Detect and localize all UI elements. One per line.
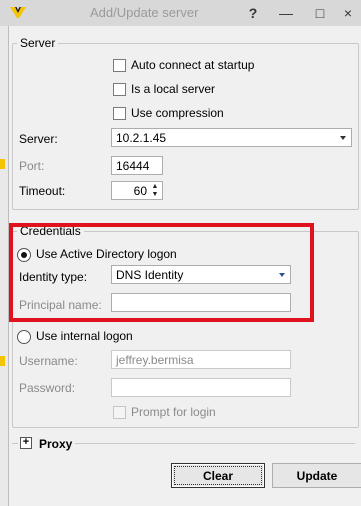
port-value: 16444: [116, 159, 150, 173]
local-server-label[interactable]: Is a local server: [131, 82, 215, 96]
chevron-down-icon: [340, 136, 346, 140]
background-marker: [0, 159, 5, 169]
close-button[interactable]: ×: [335, 2, 361, 24]
prompt-login-checkbox[interactable]: [113, 406, 126, 419]
update-button[interactable]: Update: [272, 463, 361, 488]
help-button[interactable]: ?: [238, 2, 268, 24]
password-label: Password:: [19, 381, 76, 395]
proxy-expand-icon[interactable]: +: [20, 437, 32, 449]
add-update-server-dialog: Add/Update server ? — □ × Server Auto co…: [0, 0, 361, 506]
proxy-label[interactable]: Proxy: [39, 437, 72, 451]
background-window-edge: [0, 26, 9, 506]
server-dropdown[interactable]: 10.2.1.45: [111, 128, 352, 147]
username-label: Username:: [19, 354, 78, 368]
timeout-value: 60: [133, 184, 147, 198]
clear-button-label: Clear: [202, 469, 234, 483]
divider: [12, 443, 18, 444]
timeout-stepper[interactable]: 60 ▲ ▼: [111, 181, 163, 200]
divider: [75, 443, 355, 444]
username-value: jeffrey.bermisa: [116, 353, 194, 367]
maximize-button[interactable]: □: [305, 2, 335, 24]
internal-logon-label[interactable]: Use internal logon: [36, 329, 133, 343]
update-button-label: Update: [296, 469, 338, 483]
internal-logon-radio[interactable]: [17, 330, 31, 344]
local-server-checkbox[interactable]: [113, 83, 126, 96]
password-input[interactable]: [111, 378, 291, 397]
app-logo-icon: [10, 7, 26, 18]
compression-checkbox[interactable]: [113, 107, 126, 120]
background-marker: [0, 356, 5, 366]
window-title: Add/Update server: [90, 5, 199, 20]
compression-label[interactable]: Use compression: [131, 106, 224, 120]
port-label: Port:: [19, 159, 45, 173]
timeout-label: Timeout:: [19, 184, 66, 198]
server-label: Server:: [19, 132, 58, 146]
server-value: 10.2.1.45: [116, 131, 167, 145]
title-bar[interactable]: Add/Update server ? — □ ×: [0, 0, 361, 26]
minimize-button[interactable]: —: [271, 2, 301, 24]
username-input[interactable]: jeffrey.bermisa: [111, 350, 291, 369]
auto-connect-checkbox[interactable]: [113, 59, 126, 72]
clear-button[interactable]: Clear: [171, 463, 265, 488]
highlight-annotation-box: [9, 223, 314, 322]
server-group-title: Server: [17, 36, 59, 50]
auto-connect-label[interactable]: Auto connect at startup: [131, 58, 254, 72]
spin-arrows-icon[interactable]: ▲ ▼: [151, 183, 159, 199]
prompt-login-label[interactable]: Prompt for login: [131, 405, 216, 419]
port-input[interactable]: 16444: [111, 156, 163, 175]
